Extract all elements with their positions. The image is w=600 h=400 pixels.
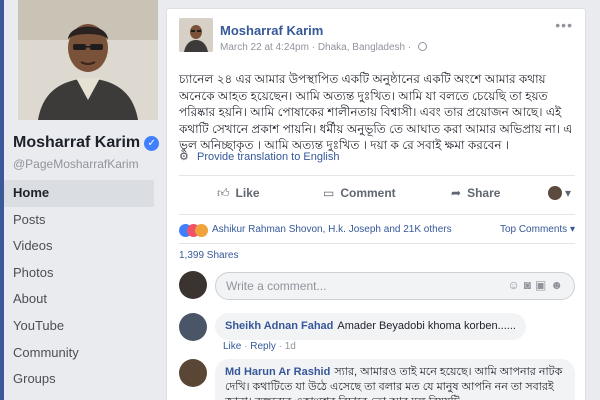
chevron-down-icon: ▾: [564, 186, 571, 200]
author-avatar[interactable]: [179, 18, 213, 52]
nav-groups[interactable]: Groups: [4, 366, 154, 393]
page-name-text: Mosharraf Karim: [13, 134, 141, 151]
comment-time[interactable]: 1d: [285, 341, 296, 352]
post-card: Mosharraf Karim March 22 at 4:24pm · Dha…: [166, 8, 586, 400]
nav-home[interactable]: Home: [4, 180, 154, 207]
page-sidebar: Mosharraf Karim ✓ @PageMosharrafKarim Hom…: [4, 0, 160, 400]
post-actions: 👍︎ Like ▭ Comment ➦ Share ▾: [179, 175, 575, 215]
sticker-icon[interactable]: ☻: [550, 278, 567, 292]
reactions-summary[interactable]: Ashikur Rahman Shovon, H.k. Joseph and 2…: [212, 224, 452, 235]
top-comments-dropdown[interactable]: Top Comments ▾: [500, 224, 575, 235]
comment-composer: Write a comment... ☺◙▣☻: [179, 269, 575, 305]
profile-picture[interactable]: [18, 0, 158, 120]
nav-about[interactable]: About: [4, 286, 154, 313]
composer-icons: ☺◙▣☻: [508, 278, 568, 292]
commenter-avatar[interactable]: [179, 359, 207, 387]
like-label: Like: [235, 186, 260, 200]
post-date[interactable]: March 22 at 4:24pm: [220, 42, 309, 53]
comment-button[interactable]: ▭ Comment: [323, 186, 396, 200]
post-meta: March 22 at 4:24pm · Dhaka, Bangladesh ·: [220, 42, 428, 53]
comment-label: Comment: [340, 186, 396, 200]
wow-reaction-icon: [195, 224, 208, 237]
share-button[interactable]: ➦ Share: [451, 186, 500, 200]
page-handle[interactable]: @PageMosharrafKarim: [13, 157, 139, 171]
translate-link[interactable]: ⚙ Provide translation to English: [179, 150, 339, 163]
comment-bubble: Sheikh Adnan Fahad Amader Beyadobi khoma …: [215, 313, 526, 340]
post-location[interactable]: Dhaka, Bangladesh: [318, 42, 405, 53]
shares-count[interactable]: 1,399 Shares: [179, 250, 239, 261]
nav-photos[interactable]: Photos: [4, 260, 154, 287]
comment-bubble: Md Harun Ar Rashid স্যার, আমারও তাই মনে হ…: [215, 359, 575, 400]
nav-videos[interactable]: Videos: [4, 233, 154, 260]
emoji-icon[interactable]: ☺: [508, 278, 524, 292]
gear-icon: ⚙: [179, 151, 189, 163]
comment-author[interactable]: Sheikh Adnan Fahad: [225, 320, 333, 332]
comment-actions: Like · Reply · 1d: [223, 341, 296, 352]
share-arrow-icon: ➦: [451, 186, 462, 200]
post-author[interactable]: Mosharraf Karim: [220, 23, 323, 38]
audience-avatar: [547, 186, 562, 200]
viewer-avatar: [179, 271, 207, 299]
post-header: Mosharraf Karim March 22 at 4:24pm · Dha…: [167, 9, 585, 61]
verified-badge-icon: ✓: [144, 136, 160, 151]
translate-label: Provide translation to English: [197, 151, 340, 163]
comment-like-link[interactable]: Like: [223, 341, 241, 352]
more-options-icon[interactable]: •••: [555, 17, 573, 33]
camera-icon[interactable]: ◙: [524, 278, 535, 292]
page-nav: Home Posts Videos Photos About YouTube C…: [4, 180, 154, 393]
comment-text: Amader Beyadobi khoma korben......: [337, 320, 516, 332]
comment-reply-link[interactable]: Reply: [250, 341, 276, 352]
speech-bubble-icon: ▭: [323, 186, 335, 200]
nav-youtube[interactable]: YouTube: [4, 313, 154, 340]
post-body: চ্যানেল ২৪ এর আমার উপস্থাপিত একটি অনুষ্ঠ…: [179, 72, 573, 152]
thumbs-up-icon: 👍︎: [217, 186, 230, 200]
comment-author[interactable]: Md Harun Ar Rashid: [225, 366, 330, 378]
page-name: Mosharraf Karim ✓: [13, 134, 160, 152]
top-comments-label: Top Comments: [499, 224, 568, 235]
share-label: Share: [467, 186, 501, 200]
commenter-avatar[interactable]: [179, 313, 207, 341]
like-button[interactable]: 👍︎ Like: [217, 186, 260, 201]
gif-icon[interactable]: ▣: [535, 278, 550, 292]
nav-posts[interactable]: Posts: [4, 207, 154, 234]
nav-community[interactable]: Community: [4, 340, 154, 367]
globe-icon: [418, 42, 428, 51]
audience-selector[interactable]: ▾: [547, 186, 571, 200]
reactions-bar: Ashikur Rahman Shovon, H.k. Joseph and 2…: [179, 216, 575, 244]
